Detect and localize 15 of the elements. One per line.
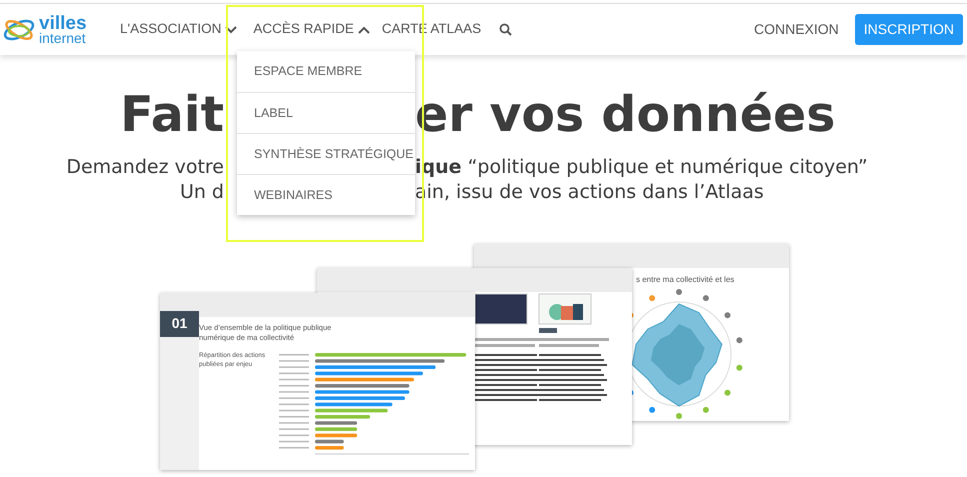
nav-menu-item[interactable]: L'ASSOCIATION xyxy=(120,19,238,40)
slide-title: s entre ma collectivité et les xyxy=(636,274,736,286)
subtitle-text: Demandez votre xyxy=(66,155,224,180)
slide-number-badge: 01 xyxy=(160,311,199,337)
dropdown-item[interactable]: SYNTHÈSE STRATÉGIQUE xyxy=(237,133,415,174)
dropdown-item[interactable]: LABEL xyxy=(237,92,415,133)
headline-text: Fait xyxy=(120,85,224,145)
logo-text: internet xyxy=(39,32,87,44)
text-link[interactable]: vos actions xyxy=(529,181,636,203)
nav-menu-item[interactable]: ACCÈS RAPIDE xyxy=(253,19,370,40)
subtitle-text: Un d xyxy=(180,180,224,205)
logo-text: villes xyxy=(39,14,87,32)
dropdown-item[interactable]: WEBINAIRES xyxy=(237,174,415,215)
dropdown-item[interactable]: ESPACE MEMBRE xyxy=(237,51,415,92)
login-link[interactable]: CONNEXION xyxy=(754,19,839,40)
